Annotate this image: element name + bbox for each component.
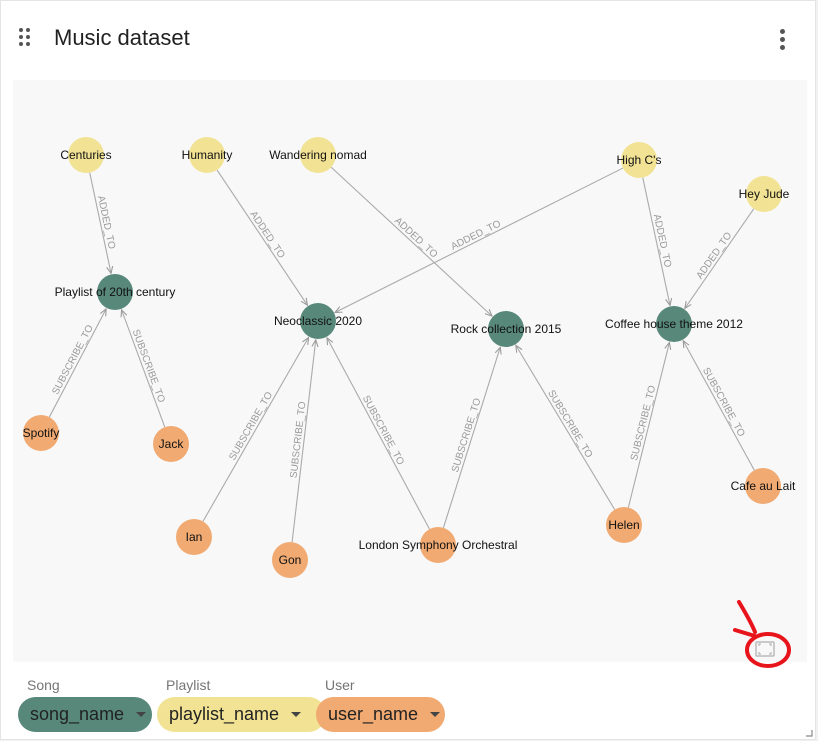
song-property-select[interactable]: song_name bbox=[18, 697, 152, 732]
graph-node-helen[interactable]: Helen bbox=[606, 507, 642, 543]
graph-edge[interactable] bbox=[202, 337, 309, 522]
graph-edge[interactable] bbox=[442, 347, 500, 528]
graph-canvas[interactable]: ADDED_TO ADDED_TO ADDED_TO ADDED_TO ADDED_TO… bbox=[13, 80, 807, 662]
edge-label: ADDED_TO bbox=[247, 209, 286, 260]
graph-edge[interactable] bbox=[683, 341, 755, 471]
graph-edge[interactable] bbox=[335, 167, 624, 312]
edge-label: SUBSCRIBE_TO bbox=[360, 394, 406, 467]
node-label: Playlist of 20th century bbox=[55, 285, 176, 299]
graph-card: Music dataset ADDED_TO ADDED_TO ADDED_TO AD… bbox=[0, 0, 816, 740]
node-label: Humanity bbox=[182, 148, 233, 162]
edge-label: ADDED_TO bbox=[695, 230, 735, 281]
node-label: Coffee house theme 2012 bbox=[605, 317, 743, 331]
graph-node-humanity[interactable]: Humanity bbox=[182, 137, 233, 173]
edge-label: SUBSCRIBE_TO bbox=[50, 323, 96, 397]
edge-label: SUBSCRIBE_TO bbox=[289, 401, 309, 479]
graph-node-jack[interactable]: Jack bbox=[153, 426, 189, 462]
node-label: High C's bbox=[617, 153, 662, 167]
node-label: Rock collection 2015 bbox=[451, 322, 562, 336]
legend-caption-song: Song bbox=[27, 677, 60, 693]
edge-label: SUBSCRIBE_TO bbox=[130, 328, 167, 404]
node-label: Ian bbox=[186, 530, 203, 544]
node-label: Cafe au Lait bbox=[731, 479, 796, 493]
graph-edge[interactable] bbox=[122, 310, 166, 428]
graph-node-gon[interactable]: Gon bbox=[272, 542, 308, 578]
legend-playlist: Playlist playlist_name bbox=[157, 677, 326, 732]
chevron-down-icon bbox=[291, 712, 302, 717]
graph-edge[interactable] bbox=[327, 338, 430, 530]
legend-song: Song song_name bbox=[18, 677, 152, 732]
node-label: London Symphony Orchestral bbox=[359, 538, 518, 552]
chevron-down-icon bbox=[136, 712, 147, 717]
more-vert-icon[interactable] bbox=[775, 27, 789, 51]
legend-caption-user: User bbox=[325, 677, 355, 693]
legend: Song song_name Playlist playlist_name Us… bbox=[18, 677, 538, 737]
graph-node-rock[interactable]: Rock collection 2015 bbox=[451, 311, 562, 347]
edge-label: ADDED_TO bbox=[392, 215, 439, 260]
graph-node-heyjude[interactable]: Hey Jude bbox=[739, 176, 790, 212]
graph-svg: ADDED_TO ADDED_TO ADDED_TO ADDED_TO ADDED_TO… bbox=[23, 137, 796, 578]
user-property-select[interactable]: user_name bbox=[316, 697, 445, 732]
graph-node-ian[interactable]: Ian bbox=[176, 519, 212, 555]
edge-label: ADDED_TO bbox=[651, 213, 673, 269]
node-label: Helen bbox=[608, 518, 639, 532]
graph-node-highcs[interactable]: High C's bbox=[617, 142, 662, 178]
edge-label: SUBSCRIBE_TO bbox=[629, 384, 658, 462]
graph-edge[interactable] bbox=[48, 309, 106, 418]
edge-label: SUBSCRIBE_TO bbox=[700, 366, 747, 439]
legend-caption-playlist: Playlist bbox=[166, 677, 211, 693]
graph-node-spotify[interactable]: Spotify bbox=[23, 415, 60, 451]
playlist-property-select[interactable]: playlist_name bbox=[157, 697, 326, 732]
edge-label: SUBSCRIBE_TO bbox=[545, 388, 594, 460]
graph-node-pl20[interactable]: Playlist of 20th century bbox=[55, 274, 176, 310]
graph-node-cafe[interactable]: Cafe au Lait bbox=[731, 468, 796, 504]
song-property-value: song_name bbox=[30, 704, 125, 724]
node-label: Jack bbox=[159, 437, 185, 451]
edge-label: ADDED_TO bbox=[449, 218, 503, 252]
node-label: Hey Jude bbox=[739, 187, 790, 201]
graph-node-coffee[interactable]: Coffee house theme 2012 bbox=[605, 306, 743, 342]
graph-edge[interactable] bbox=[216, 169, 307, 305]
graph-node-lso[interactable]: London Symphony Orchestral bbox=[359, 527, 518, 563]
graph-node-centuries[interactable]: Centuries bbox=[60, 137, 112, 173]
node-label: Wandering nomad bbox=[269, 148, 367, 162]
edge-label: SUBSCRIBE_TO bbox=[227, 390, 275, 462]
drag-handle-icon[interactable] bbox=[19, 28, 31, 48]
node-label: Centuries bbox=[60, 148, 111, 162]
node-label: Spotify bbox=[23, 426, 60, 440]
red-annotation-mark bbox=[733, 600, 791, 668]
page-title: Music dataset bbox=[54, 25, 190, 50]
user-property-value: user_name bbox=[328, 704, 419, 724]
graph-edge[interactable] bbox=[516, 345, 616, 510]
node-label: Neoclassic 2020 bbox=[274, 314, 362, 328]
graph-edge[interactable] bbox=[685, 208, 755, 309]
edge-label: ADDED_TO bbox=[95, 195, 117, 251]
legend-user: User user_name bbox=[316, 677, 445, 732]
graph-node-wandering[interactable]: Wandering nomad bbox=[269, 137, 367, 173]
resize-grip-icon[interactable] bbox=[805, 729, 813, 737]
chevron-down-icon bbox=[430, 712, 441, 717]
node-label: Gon bbox=[279, 553, 302, 567]
playlist-property-value: playlist_name bbox=[169, 704, 280, 724]
edge-label: SUBSCRIBE_TO bbox=[450, 397, 484, 474]
graph-node-neo[interactable]: Neoclassic 2020 bbox=[274, 303, 362, 339]
